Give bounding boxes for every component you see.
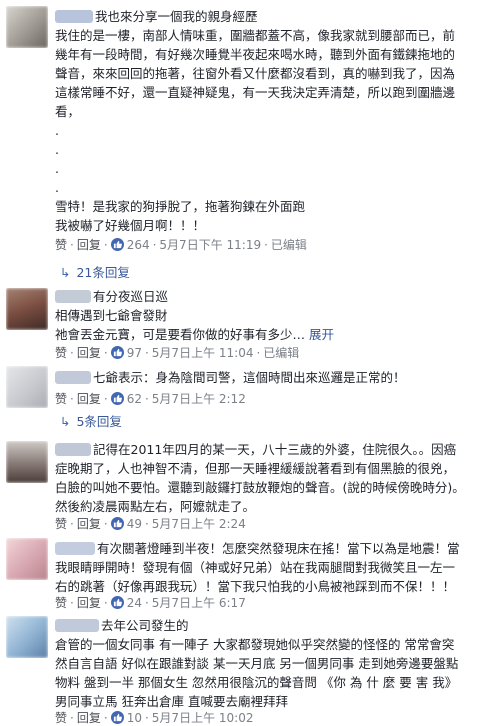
edited-label[interactable]: 已编辑 — [271, 238, 307, 252]
avatar[interactable] — [6, 441, 48, 483]
timestamp[interactable]: 5月7日上午 10:02 — [152, 711, 254, 725]
like-button[interactable]: 赞 — [55, 392, 67, 406]
like-count[interactable]: 49 — [127, 517, 142, 531]
commenter-name[interactable] — [55, 371, 91, 384]
like-count[interactable]: 264 — [127, 238, 150, 252]
commenter-name[interactable] — [55, 619, 99, 632]
comment-text: 有次關著燈睡到半夜！怎麼突然發現床在搖！當下以為是地震！當 我眼睛睜開時！發現有… — [55, 541, 460, 594]
commenter-name[interactable] — [55, 542, 95, 555]
avatar[interactable] — [6, 366, 48, 408]
like-button[interactable]: 赞 — [55, 711, 67, 725]
comment-text: 去年公司發生的 倉管的一個女同事 有一陣子 大家都發現她似乎突然變的怪怪的 常常… — [55, 618, 459, 709]
reply-button[interactable]: 回复 — [77, 346, 101, 360]
reply-button[interactable]: 回复 — [77, 392, 101, 406]
comment: 七爺表示：身為陰間司警，這個時間出來巡邏是正常的！ 赞 · 回复 · 62 · 5月7日上午… — [0, 365, 500, 431]
comment-text: 七爺表示：身為陰間司警，這個時間出來巡邏是正常的！ — [55, 368, 494, 387]
thumbs-up-icon — [110, 238, 124, 251]
edited-label[interactable]: 已编辑 — [263, 346, 299, 360]
comment-actions: 赞 · 回复 · 10 · 5月7日上午 10:02 — [55, 711, 254, 725]
timestamp[interactable]: 5月7日上午 11:04 — [152, 346, 254, 360]
timestamp[interactable]: 5月7日上午 2:24 — [152, 517, 246, 531]
comment: 有分夜巡日巡 相傳遇到七爺會發財 祂會丟金元寶，可是要看你做的好事有多少… 展开… — [0, 285, 500, 365]
like-count[interactable]: 62 — [127, 392, 142, 406]
view-replies-button[interactable]: ↳ 5条回复 — [60, 411, 122, 430]
avatar[interactable] — [6, 538, 48, 580]
comment-thread: 我也來分享一個我的親身經歷 我住的是一樓，南部人情味重，圍牆都蓋不高，像我家就到… — [0, 0, 500, 726]
thumbs-up-icon — [110, 517, 124, 530]
comment: 有次關著燈睡到半夜！怎麼突然發現床在搖！當下以為是地震！當 我眼睛睜開時！發現有… — [0, 531, 500, 611]
timestamp[interactable]: 5月7日上午 2:12 — [152, 392, 246, 406]
comment-actions: 赞 · 回复 · 62 · 5月7日上午 2:12 — [55, 392, 246, 406]
reply-button[interactable]: 回复 — [77, 711, 101, 725]
like-button[interactable]: 赞 — [55, 517, 67, 531]
timestamp[interactable]: 5月7日上午 6:17 — [152, 596, 246, 610]
reply-button[interactable]: 回复 — [77, 596, 101, 610]
comment: 記得在2011年四月的某一天，八十三歲的外婆，住院很久。。因癌 症晚期了，人也神… — [0, 431, 500, 531]
reply-button[interactable]: 回复 — [77, 238, 101, 252]
comment-text: 我也來分享一個我的親身經歷 我住的是一樓，南部人情味重，圍牆都蓋不高，像我家就到… — [55, 9, 456, 233]
reply-arrow-icon: ↳ — [60, 265, 71, 280]
comment-actions: 赞 · 回复 · 264 · 5月7日下午 11:19 · 已编辑 — [55, 238, 307, 252]
commenter-name[interactable] — [55, 443, 91, 456]
comment-actions: 赞 · 回复 · 97 · 5月7日上午 11:04 · 已编辑 — [55, 346, 300, 360]
commenter-name[interactable] — [55, 10, 93, 23]
commenter-name[interactable] — [55, 290, 91, 303]
like-button[interactable]: 赞 — [55, 346, 67, 360]
view-replies-button[interactable]: ↳ 21条回复 — [60, 262, 130, 281]
like-count[interactable]: 24 — [127, 596, 142, 610]
comment: 去年公司發生的 倉管的一個女同事 有一陣子 大家都發現她似乎突然變的怪怪的 常常… — [0, 611, 500, 726]
avatar[interactable] — [6, 288, 48, 330]
like-count[interactable]: 10 — [127, 711, 142, 725]
expand-link[interactable]: 展开 — [309, 327, 334, 342]
like-count[interactable]: 97 — [127, 346, 142, 360]
avatar[interactable] — [6, 6, 48, 48]
thumbs-up-icon — [110, 596, 124, 609]
reply-arrow-icon: ↳ — [60, 414, 71, 429]
reply-button[interactable]: 回复 — [77, 517, 101, 531]
comment-actions: 赞 · 回复 · 49 · 5月7日上午 2:24 — [55, 517, 246, 531]
thumbs-up-icon — [110, 346, 124, 359]
like-button[interactable]: 赞 — [55, 596, 67, 610]
avatar[interactable] — [6, 616, 48, 658]
comment-text: 有分夜巡日巡 相傳遇到七爺會發財 祂會丟金元寶，可是要看你做的好事有多少… 展开 — [55, 289, 335, 342]
thumbs-up-icon — [110, 711, 124, 724]
comment-actions: 赞 · 回复 · 24 · 5月7日上午 6:17 — [55, 596, 246, 610]
thumbs-up-icon — [110, 392, 124, 405]
comment-text: 記得在2011年四月的某一天，八十三歲的外婆，住院很久。。因癌 症晚期了，人也神… — [55, 442, 465, 514]
timestamp[interactable]: 5月7日下午 11:19 — [159, 238, 261, 252]
like-button[interactable]: 赞 — [55, 238, 67, 252]
comment: 我也來分享一個我的親身經歷 我住的是一樓，南部人情味重，圍牆都蓋不高，像我家就到… — [0, 0, 500, 285]
